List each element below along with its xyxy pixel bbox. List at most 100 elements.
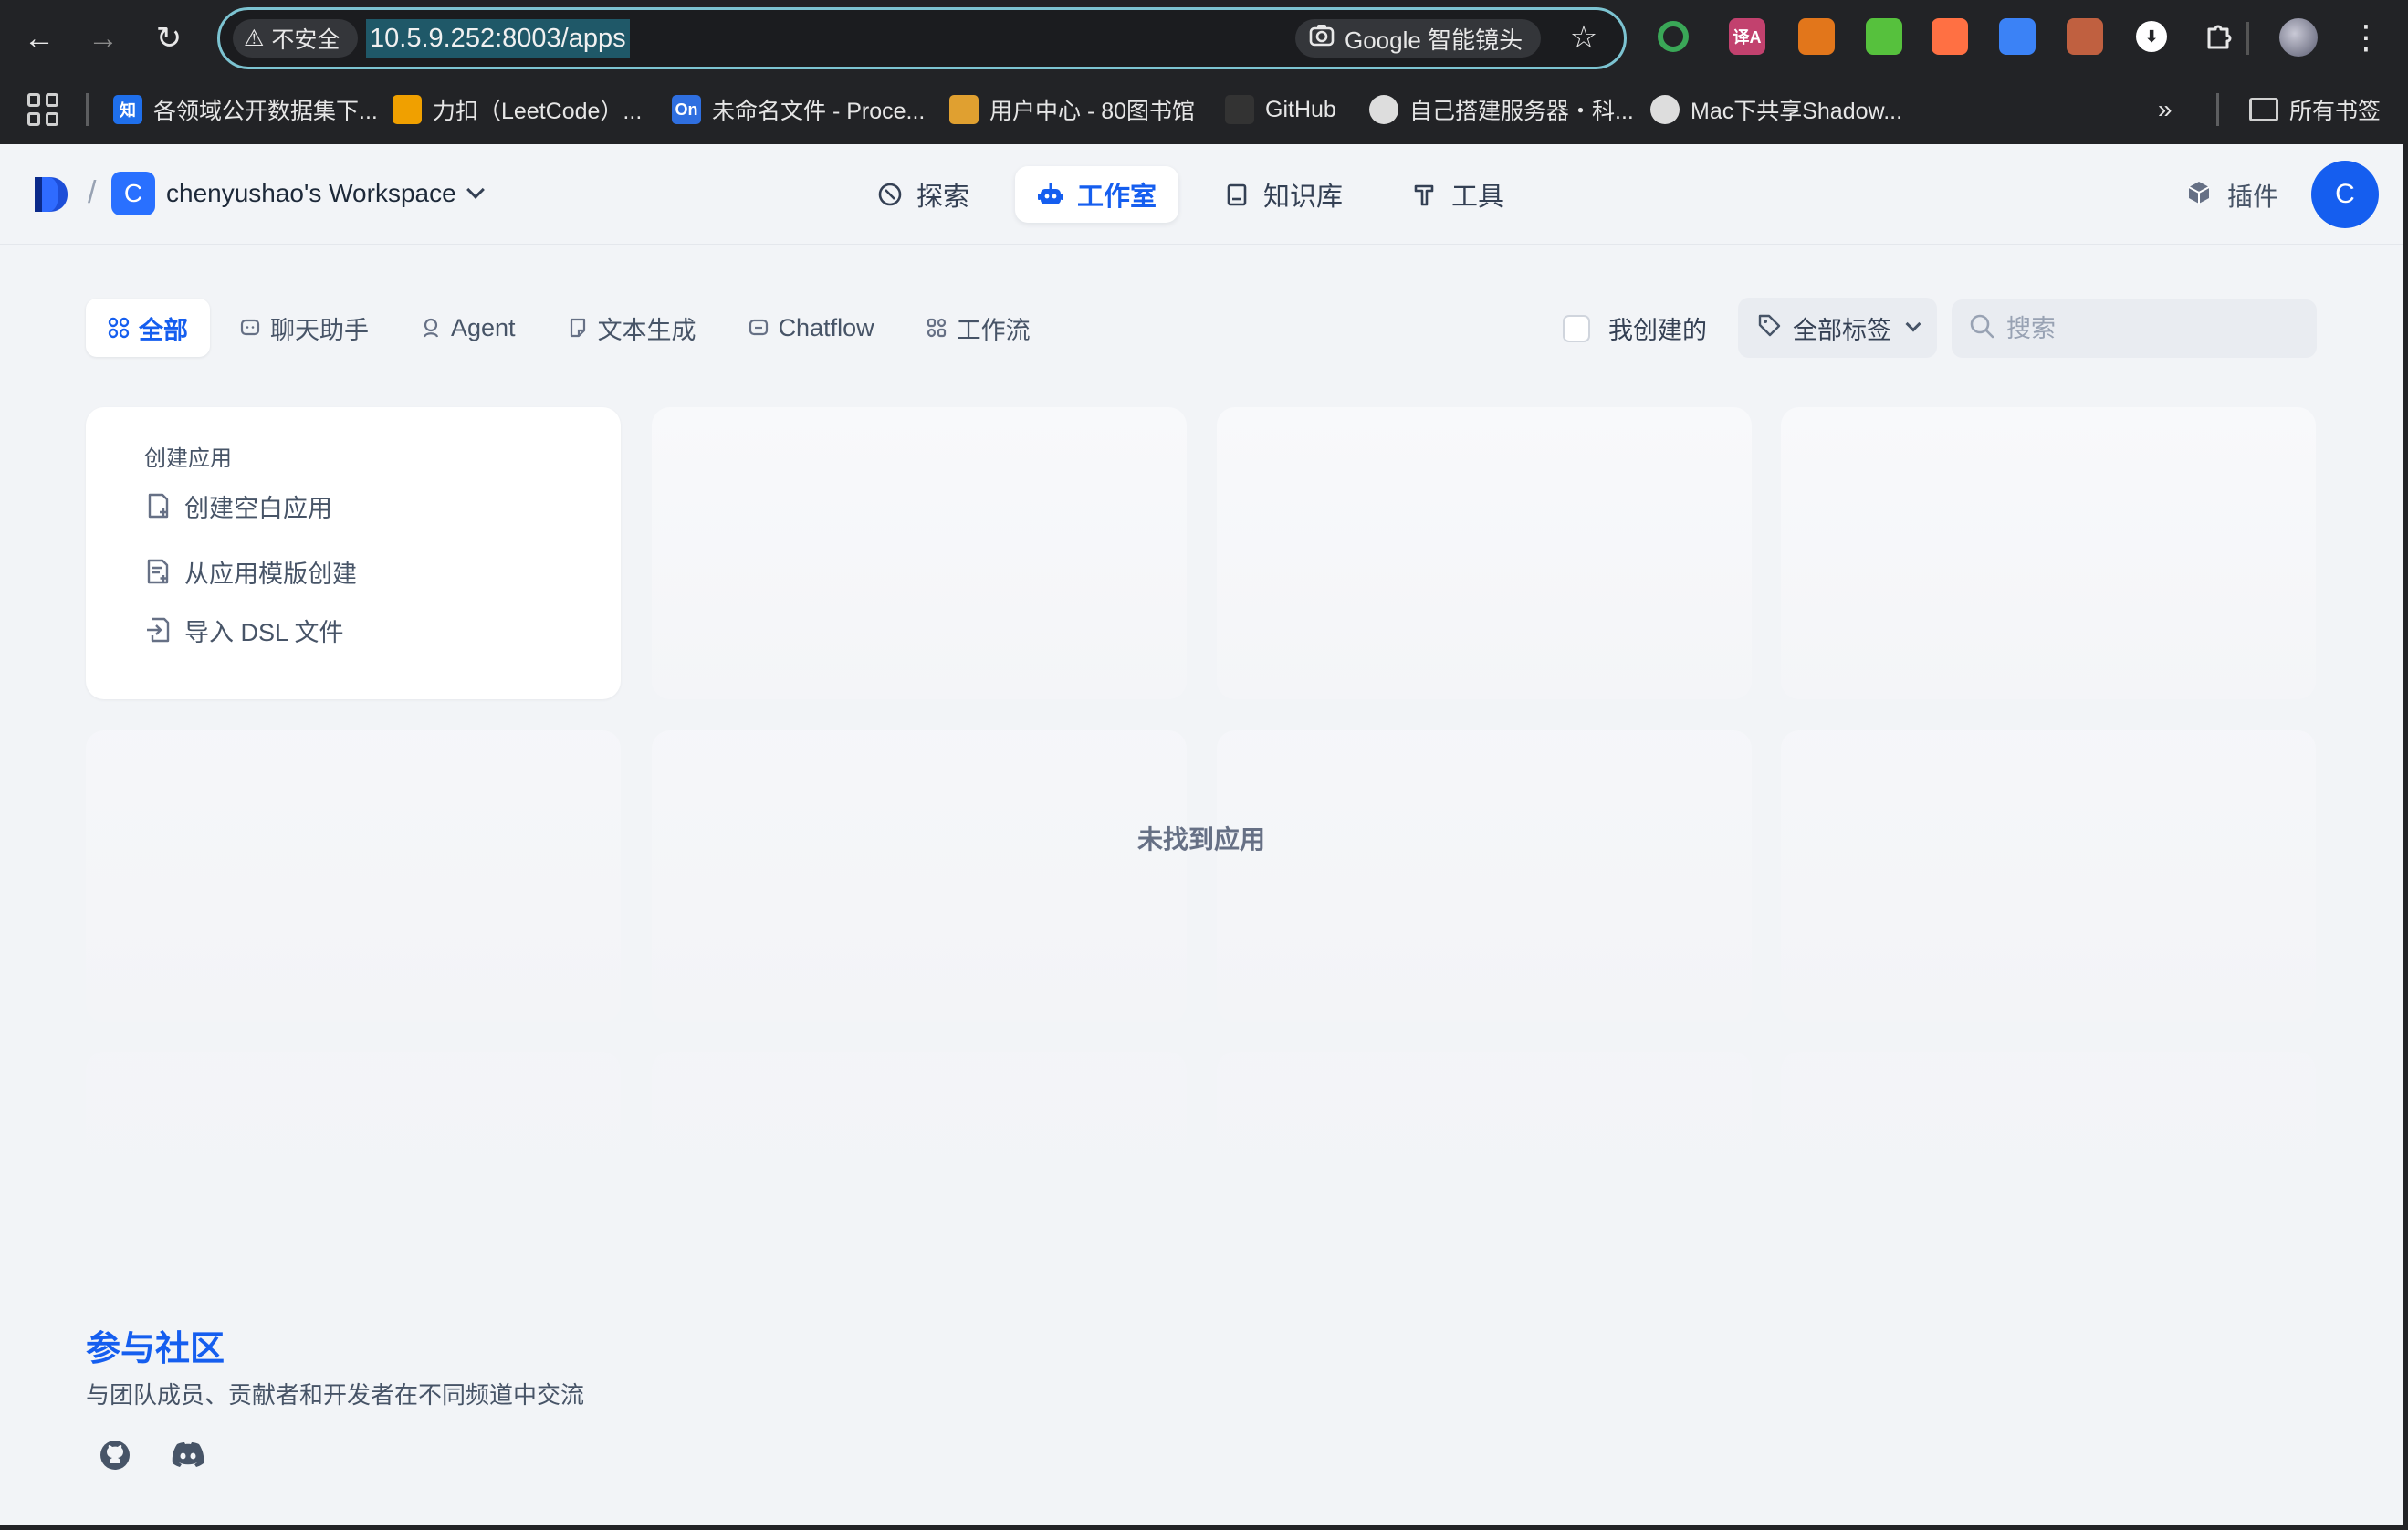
bookmarks-divider	[86, 93, 89, 126]
download-icon[interactable]: ⬇	[2136, 21, 2167, 52]
warning-triangle-icon: ⚠	[244, 26, 265, 51]
bookmark-item[interactable]: 力扣（LeetCode）...	[393, 89, 642, 130]
green-ring-extension-icon[interactable]	[1658, 21, 1689, 52]
translate-extension-icon[interactable]: 译A	[1729, 18, 1765, 55]
apps-grid-icon[interactable]	[27, 93, 60, 126]
note-icon	[567, 317, 589, 339]
discord-icon[interactable]	[168, 1435, 208, 1475]
address-bar[interactable]: ⚠ 不安全 10.5.9.252:8003/apps Google 智能镜头 ☆	[217, 7, 1627, 69]
created-by-me-toggle[interactable]: 我创建的	[1563, 310, 1707, 346]
app-card-placeholder	[86, 1052, 621, 1234]
filter-tab-all-label: 全部	[139, 316, 188, 344]
create-from-template-button[interactable]: 从应用模版创建	[144, 551, 357, 592]
nav-studio[interactable]: 工作室	[1015, 166, 1179, 223]
lens-label: Google 智能镜头	[1345, 26, 1523, 54]
created-by-me-checkbox[interactable]	[1563, 314, 1590, 342]
import-dsl-label: 导入 DSL 文件	[184, 618, 344, 646]
filter-tab-workflow[interactable]: 工作流	[904, 299, 1052, 357]
app-card-placeholder	[1781, 730, 2316, 1022]
bookmark-label: 用户中心 - 80图书馆	[989, 99, 1196, 124]
bookmark-item[interactable]: Mac下共享Shadow...	[1650, 89, 1902, 130]
bookmark-favicon-icon	[1225, 95, 1254, 124]
dify-logo[interactable]	[31, 175, 69, 214]
grid-icon	[108, 317, 130, 339]
user-avatar[interactable]: C	[2311, 161, 2379, 228]
more-bookmarks-icon[interactable]: »	[2158, 95, 2172, 124]
google-lens-button[interactable]: Google 智能镜头	[1295, 19, 1542, 58]
workflow-icon	[926, 317, 947, 339]
bookmark-favicon-icon	[949, 95, 979, 124]
import-dsl-button[interactable]: 导入 DSL 文件	[144, 610, 344, 650]
bookmark-star-icon[interactable]: ☆	[1564, 17, 1604, 58]
tag-filter-label: 全部标签	[1793, 316, 1891, 344]
bookmark-favicon-icon: On	[672, 95, 701, 124]
app-card-placeholder	[1217, 1052, 1752, 1234]
bookmark-label: 各领域公开数据集下...	[153, 99, 378, 124]
compass-icon	[876, 181, 904, 208]
fox-extension-icon[interactable]	[1798, 18, 1835, 55]
bookmark-item[interactable]: GitHub	[1225, 89, 1336, 130]
plugins-label: 插件	[2227, 183, 2279, 211]
security-chip[interactable]: ⚠ 不安全	[233, 19, 359, 58]
book-icon	[1223, 181, 1251, 208]
filter-tab-chatflow[interactable]: Chatflow	[726, 299, 896, 357]
github-icon[interactable]	[95, 1435, 135, 1475]
create-app-card: 创建应用 创建空白应用 从应用模版创建 导入 DSL 文件	[86, 407, 621, 699]
nav-studio-label: 工作室	[1077, 183, 1157, 212]
link-extension-icon[interactable]	[1999, 18, 2036, 55]
nav-datasets-label: 知识库	[1263, 183, 1344, 212]
film-extension-icon[interactable]	[2067, 18, 2103, 55]
chat-bubble-icon	[239, 317, 261, 339]
bookmark-item[interactable]: On 未命名文件 - Proce...	[672, 89, 925, 130]
create-blank-app-button[interactable]: 创建空白应用	[144, 486, 332, 526]
all-bookmarks-folder[interactable]: 所有书签	[2249, 89, 2381, 130]
pen-extension-icon[interactable]	[1932, 18, 1968, 55]
agent-icon	[420, 317, 442, 339]
nav-tools[interactable]: 工具	[1389, 166, 1526, 223]
empty-state-message: 未找到应用	[1137, 825, 1266, 854]
security-label: 不安全	[271, 27, 340, 53]
reload-icon[interactable]: ↻	[146, 16, 192, 61]
bookmark-item[interactable]: 知各领域公开数据集下...	[113, 89, 378, 130]
file-import-icon	[144, 616, 172, 644]
plugins-button[interactable]: 插件	[2185, 177, 2278, 214]
puzzle-icon[interactable]	[2202, 18, 2238, 55]
workspace-avatar[interactable]: C	[111, 172, 155, 215]
all-bookmarks-label: 所有书签	[2289, 99, 2382, 124]
bookmark-favicon-icon	[393, 95, 422, 124]
filter-tab-agent[interactable]: Agent	[398, 299, 538, 357]
filter-tab-all[interactable]: 全部	[86, 299, 210, 357]
bookmark-item[interactable]: 自己搭建服务器・科...	[1369, 89, 1634, 130]
app-card-placeholder	[1217, 730, 1752, 1022]
nav-datasets[interactable]: 知识库	[1201, 166, 1365, 223]
window-edge	[0, 1525, 2408, 1530]
browser-menu-icon[interactable]: ⋮	[2348, 16, 2384, 58]
create-from-template-label: 从应用模版创建	[184, 560, 357, 588]
profile-avatar[interactable]	[2279, 18, 2318, 57]
filter-tab-completion-label: 文本生成	[597, 316, 696, 344]
filter-tab-chat[interactable]: 聊天助手	[217, 299, 391, 357]
workspace-switcher[interactable]: chenyushao's Workspace	[166, 179, 485, 208]
filter-tab-agent-label: Agent	[451, 313, 516, 341]
bookmark-favicon-text: 知	[120, 101, 136, 120]
search-icon	[1968, 312, 1995, 346]
hammer-icon	[1411, 181, 1439, 208]
grid-extension-icon[interactable]	[1866, 18, 1902, 55]
app-card-placeholder	[1781, 1052, 2316, 1234]
back-arrow-icon[interactable]: ←	[16, 16, 62, 61]
toolbar-divider	[2246, 22, 2249, 55]
create-blank-app-label: 创建空白应用	[184, 494, 332, 522]
search-box[interactable]	[1952, 299, 2317, 358]
tag-icon	[1756, 312, 1782, 344]
search-input[interactable]	[2006, 314, 2298, 343]
nav-explore-label: 探索	[916, 183, 970, 212]
nav-explore[interactable]: 探索	[854, 166, 991, 223]
forward-arrow-icon[interactable]: →	[80, 16, 126, 61]
browser-chrome: ← → ↻ ⚠ 不安全 10.5.9.252:8003/apps Google …	[0, 0, 2408, 144]
create-app-title: 创建应用	[144, 446, 232, 471]
filter-tab-completion[interactable]: 文本生成	[545, 299, 718, 357]
bookmark-item[interactable]: 用户中心 - 80图书馆	[949, 89, 1195, 130]
tag-filter-dropdown[interactable]: 全部标签	[1738, 298, 1937, 358]
community-title: 参与社区	[86, 1330, 225, 1368]
url-text[interactable]: 10.5.9.252:8003/apps	[366, 19, 630, 58]
